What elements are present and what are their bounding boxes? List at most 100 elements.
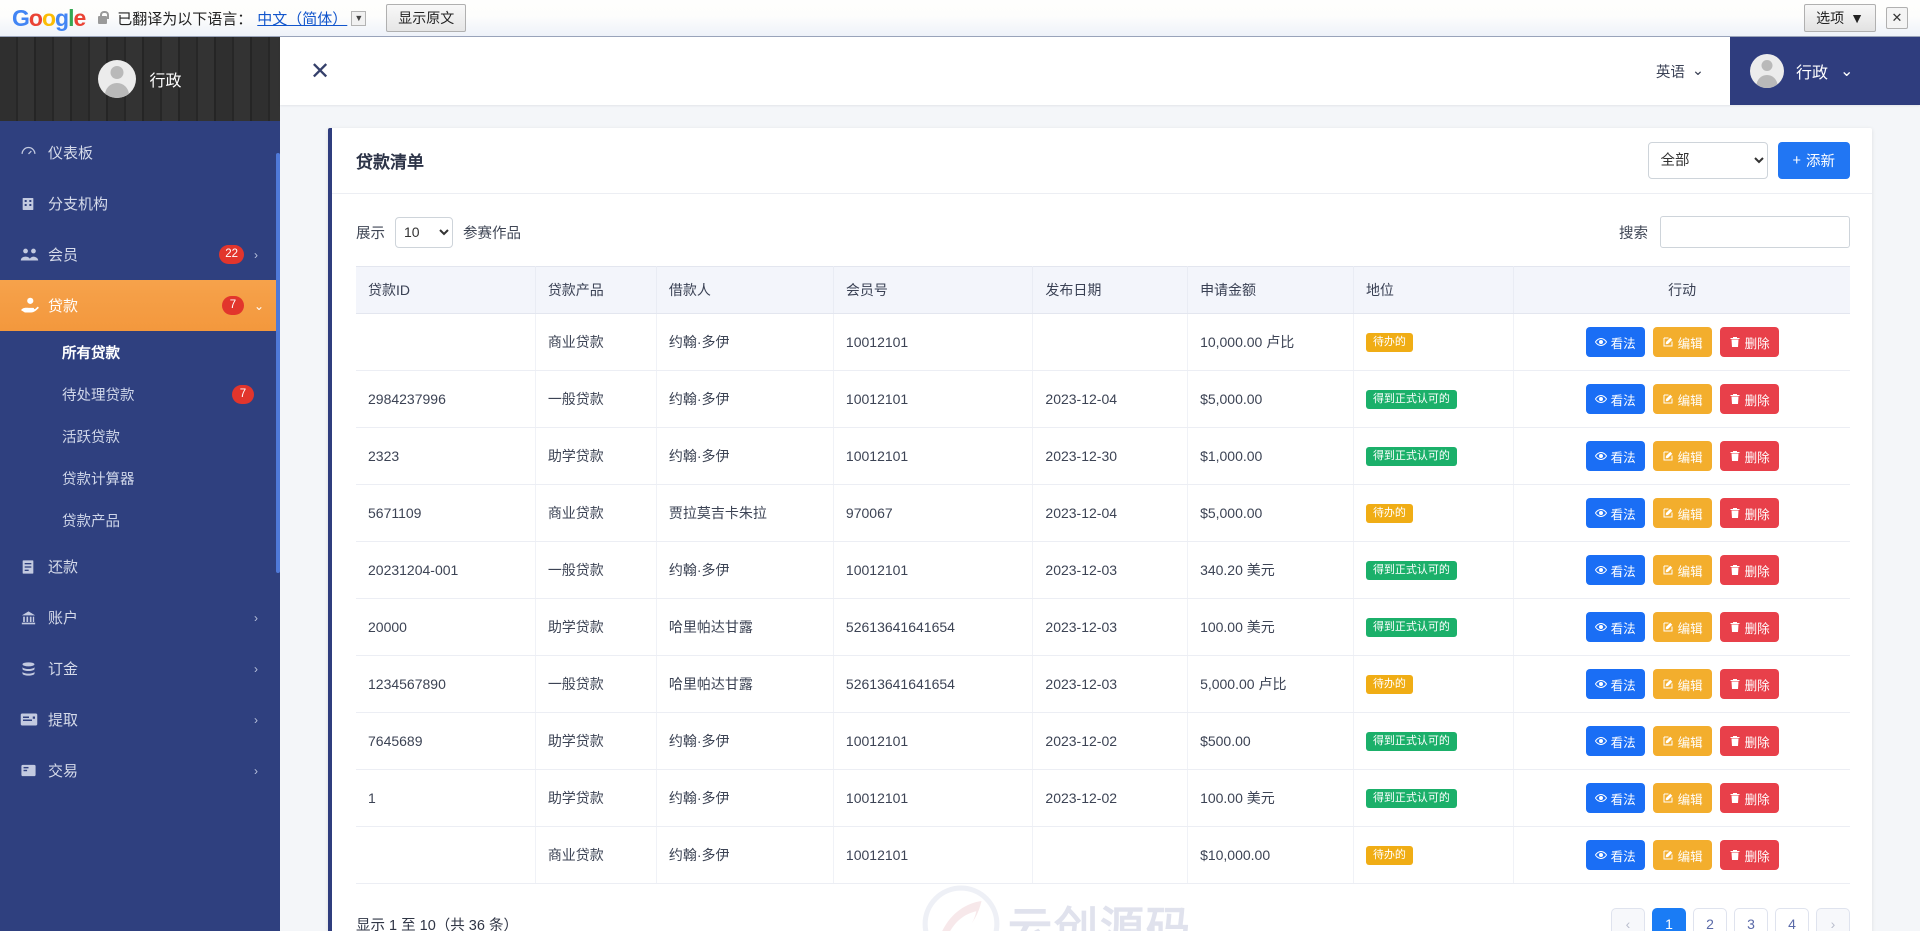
- user-menu[interactable]: 行政 ⌄: [1730, 37, 1920, 105]
- translate-close-button[interactable]: ✕: [1886, 7, 1908, 29]
- sidebar-item-label: 交易: [48, 763, 79, 780]
- sidebar-subitem-loan-calculator[interactable]: 贷款计算器: [0, 457, 280, 499]
- cell-status: 待办的: [1353, 655, 1515, 713]
- table-header-row: 贷款ID 贷款产品 借款人 会员号 发布日期 申请金额 地位 行动: [356, 266, 1850, 314]
- chevron-down-icon: ⌄: [1691, 63, 1704, 79]
- edit-button[interactable]: 编辑: [1652, 327, 1712, 357]
- edit-button[interactable]: 编辑: [1652, 555, 1712, 585]
- chevron-down-icon[interactable]: ▼: [351, 10, 367, 26]
- sidebar-item-dashboard[interactable]: 仪表板: [0, 127, 280, 178]
- edit-button[interactable]: 编辑: [1652, 783, 1712, 813]
- cell-date: 2023-12-03: [1032, 655, 1189, 713]
- delete-button[interactable]: 删除: [1719, 669, 1779, 699]
- edit-label: 编辑: [1677, 336, 1703, 351]
- column-header-member-no[interactable]: 会员号: [833, 266, 1034, 314]
- view-button[interactable]: 看法: [1585, 783, 1645, 813]
- search-input[interactable]: [1660, 216, 1850, 248]
- delete-button[interactable]: 删除: [1719, 783, 1779, 813]
- sidebar-item-accounts[interactable]: 账户 ›: [0, 592, 280, 643]
- cell-member-no: 52613641641654: [833, 655, 1034, 713]
- sidebar-item-loans[interactable]: 贷款 7 ⌄: [0, 280, 280, 331]
- cell-product: 助学贷款: [535, 769, 657, 827]
- status-filter-select[interactable]: 全部: [1647, 142, 1768, 179]
- show-original-button[interactable]: 显示原文: [386, 4, 467, 32]
- cell-borrower: 贾拉莫吉卡朱拉: [656, 484, 834, 542]
- chevron-right-icon: ›: [254, 247, 258, 262]
- card-header: 贷款清单 全部 + 添新: [332, 128, 1872, 194]
- sidebar-item-branches[interactable]: 分支机构: [0, 178, 280, 229]
- view-button[interactable]: 看法: [1585, 555, 1645, 585]
- status-badge: 得到正式认可的: [1365, 789, 1457, 808]
- edit-button[interactable]: 编辑: [1652, 384, 1712, 414]
- column-header-date[interactable]: 发布日期: [1032, 266, 1189, 314]
- edit-button[interactable]: 编辑: [1652, 612, 1712, 642]
- delete-button[interactable]: 删除: [1719, 498, 1779, 528]
- table-row: 2323 助学贷款 约翰·多伊 10012101 2023-12-30 $1,000.00…: [356, 427, 1850, 485]
- delete-label: 删除: [1744, 735, 1770, 750]
- pagination-page-4[interactable]: 4: [1775, 908, 1809, 931]
- sidebar-subitem-active-loans[interactable]: 活跃贷款: [0, 415, 280, 457]
- status-badge: 待办的: [1365, 675, 1413, 694]
- delete-button[interactable]: 删除: [1719, 441, 1779, 471]
- sidebar-item-members[interactable]: 会员 22 ›: [0, 229, 280, 280]
- view-button[interactable]: 看法: [1585, 441, 1645, 471]
- pagination-page-2[interactable]: 2: [1693, 908, 1727, 931]
- edit-button[interactable]: 编辑: [1652, 669, 1712, 699]
- page-length-select[interactable]: 10: [395, 216, 453, 248]
- delete-button[interactable]: 删除: [1719, 555, 1779, 585]
- column-header-amount[interactable]: 申请金额: [1187, 266, 1354, 314]
- sidebar-subitem-pending-loans[interactable]: 待处理贷款 7: [0, 373, 280, 415]
- pagination-page-3[interactable]: 3: [1734, 908, 1768, 931]
- edit-button[interactable]: 编辑: [1652, 726, 1712, 756]
- pagination-next[interactable]: ›: [1816, 908, 1850, 931]
- view-button[interactable]: 看法: [1585, 327, 1645, 357]
- cell-loan-id: 2984237996: [356, 370, 536, 428]
- cell-amount: $5,000.00: [1187, 484, 1354, 542]
- column-header-loan-id[interactable]: 贷款ID: [356, 266, 536, 314]
- sidebar-item-deposit[interactable]: 订金 ›: [0, 643, 280, 694]
- edit-button[interactable]: 编辑: [1652, 441, 1712, 471]
- sidebar-item-transactions[interactable]: 交易 ›: [0, 745, 280, 796]
- cell-product: 商业贷款: [535, 313, 657, 371]
- language-selector[interactable]: 英语 ⌄: [1630, 37, 1730, 105]
- view-button[interactable]: 看法: [1585, 612, 1645, 642]
- show-length-label: 展示: [356, 225, 385, 242]
- sidebar-subitem-all-loans[interactable]: 所有贷款: [0, 331, 280, 373]
- cell-actions: 看法 编辑 删除: [1513, 541, 1850, 599]
- view-button[interactable]: 看法: [1585, 840, 1645, 870]
- view-button[interactable]: 看法: [1585, 384, 1645, 414]
- dashboard-icon: [20, 144, 46, 161]
- search-label: 搜索: [1619, 225, 1648, 242]
- column-header-borrower[interactable]: 借款人: [656, 266, 834, 314]
- close-icon[interactable]: ✕: [302, 53, 338, 89]
- status-badge: 得到正式认可的: [1365, 732, 1457, 751]
- translate-language-link[interactable]: 中文（简体）: [257, 8, 347, 29]
- status-badge: 得到正式认可的: [1365, 447, 1457, 466]
- sidebar-subitem-loan-products[interactable]: 贷款产品: [0, 499, 280, 541]
- view-button[interactable]: 看法: [1585, 669, 1645, 699]
- column-header-status[interactable]: 地位: [1353, 266, 1515, 314]
- view-button[interactable]: 看法: [1585, 726, 1645, 756]
- delete-button[interactable]: 删除: [1719, 384, 1779, 414]
- eye-icon: [1594, 507, 1607, 519]
- pagination-prev[interactable]: ‹: [1611, 908, 1645, 931]
- delete-button[interactable]: 删除: [1719, 612, 1779, 642]
- table-row: 7645689 助学贷款 约翰·多伊 10012101 2023-12-02 $500.0…: [356, 712, 1850, 770]
- view-button[interactable]: 看法: [1585, 498, 1645, 528]
- sidebar-item-withdraw[interactable]: 提取 ›: [0, 694, 280, 745]
- translate-options-button[interactable]: 选项 ▼: [1804, 4, 1876, 32]
- pagination-page-1[interactable]: 1: [1652, 908, 1686, 931]
- add-new-label: 添新: [1806, 154, 1835, 170]
- edit-button[interactable]: 编辑: [1652, 498, 1712, 528]
- cell-borrower: 约翰·多伊: [656, 427, 834, 485]
- sidebar-subitem-label: 贷款计算器: [62, 471, 135, 488]
- sidebar-item-repayment[interactable]: 还款: [0, 541, 280, 592]
- cell-actions: 看法 编辑 删除: [1513, 655, 1850, 713]
- delete-button[interactable]: 删除: [1719, 327, 1779, 357]
- edit-button[interactable]: 编辑: [1652, 840, 1712, 870]
- sidebar-profile[interactable]: 行政: [0, 37, 280, 121]
- add-new-button[interactable]: + 添新: [1777, 142, 1850, 179]
- column-header-product[interactable]: 贷款产品: [535, 266, 657, 314]
- delete-button[interactable]: 删除: [1719, 726, 1779, 756]
- delete-button[interactable]: 删除: [1719, 840, 1779, 870]
